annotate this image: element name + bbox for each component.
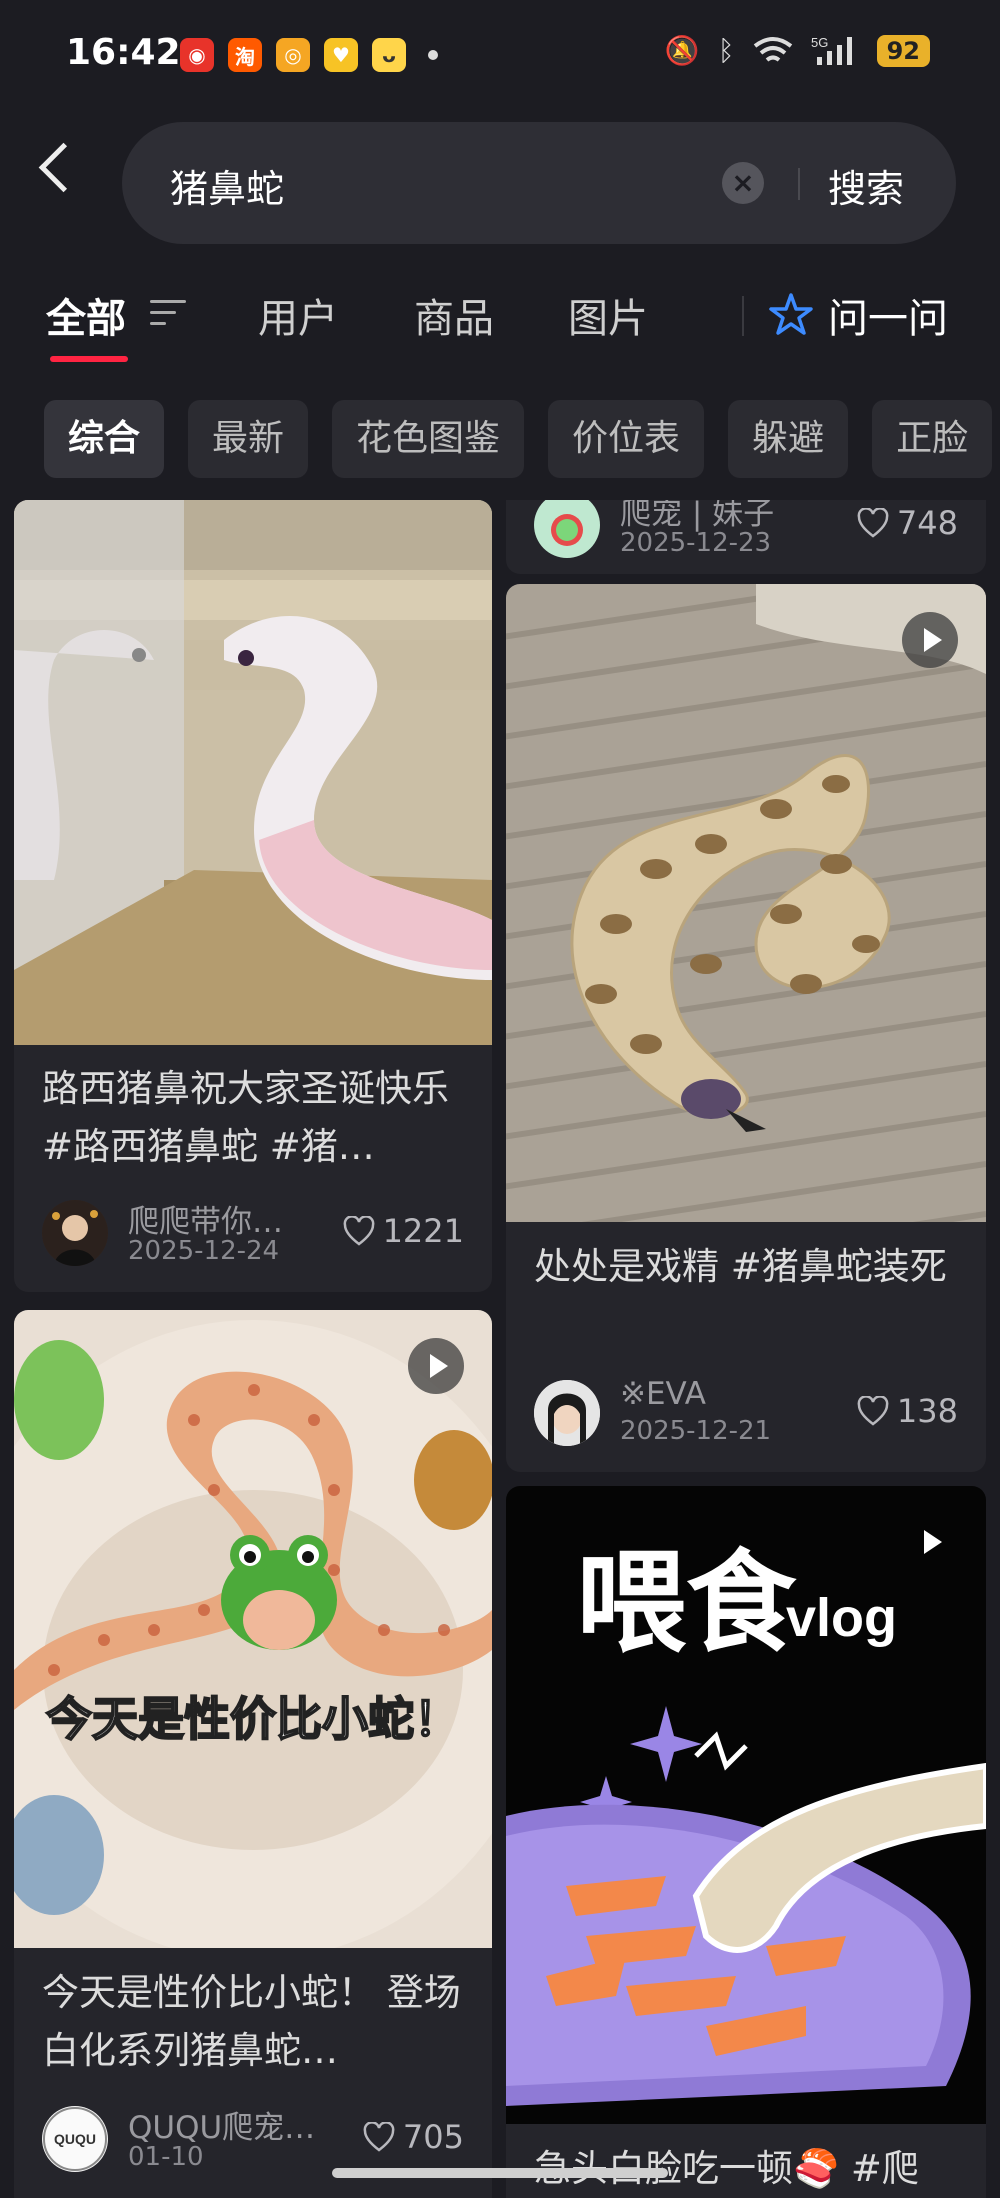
result-card[interactable]: 喂食 vlog 急头白脸吃一顿🍣 #爬 — [506, 1486, 986, 2198]
more-dot-icon — [428, 50, 438, 60]
tab-all[interactable]: 全部 — [46, 286, 126, 344]
bluetooth-icon: ᛒ — [717, 34, 735, 67]
post-date: 2025-12-21 — [620, 1416, 772, 1446]
like-count: 705 — [402, 2118, 464, 2156]
mute-bell-icon: 🔕 — [664, 34, 700, 67]
post-date: 2025-12-23 — [620, 528, 772, 558]
cover-caption: 今天是性价比小蛇！ — [46, 1693, 460, 1745]
post-meta: 爬爬带你… 2025-12-24 1221 — [42, 1200, 464, 1270]
search-input[interactable]: 猪鼻蛇 — [170, 158, 284, 213]
result-card[interactable]: 今天是性价比小蛇！ 今天是性价比小蛇！ 登场白化系列猪鼻蛇… QUQU QUQU… — [14, 1310, 492, 2198]
author-name[interactable]: ※EVA — [620, 1376, 706, 1412]
chip-price-list[interactable]: 价位表 — [548, 400, 705, 478]
weibo-icon: ◎ — [276, 38, 310, 72]
post-date: 2025-12-24 — [128, 1236, 280, 1266]
like-count: 138 — [896, 1392, 958, 1430]
post-cover-image[interactable] — [14, 500, 492, 1045]
home-indicator[interactable] — [332, 2168, 668, 2178]
heart-icon — [857, 508, 889, 538]
avatar[interactable] — [534, 500, 600, 558]
author-name[interactable]: QUQU爬宠… — [128, 2102, 315, 2147]
search-button[interactable]: 搜索 — [828, 158, 904, 213]
search-bar[interactable]: 猪鼻蛇 × 搜索 — [122, 122, 956, 244]
tab-users[interactable]: 用户 — [258, 286, 338, 344]
search-divider — [798, 168, 800, 200]
post-cover-image[interactable] — [506, 584, 986, 1290]
ask-divider — [742, 296, 744, 336]
results-feed: 爬宠 | 妹子 2025-12-23 748 路西猪鼻祝大家圣诞快乐 #路西猪鼻… — [0, 500, 1000, 2198]
clear-search-icon[interactable]: × — [722, 162, 764, 204]
netease-music-icon: ◉ — [180, 38, 214, 72]
avatar-logo-text: QUQU — [54, 2131, 96, 2147]
chip-latest[interactable]: 最新 — [188, 400, 309, 478]
chip-comprehensive[interactable]: 综合 — [44, 400, 165, 478]
back-icon[interactable] — [38, 142, 89, 193]
ask-button[interactable]: 问一问 — [768, 286, 948, 344]
chip-color-guide[interactable]: 花色图鉴 — [332, 400, 525, 478]
post-meta: QUQU QUQU爬宠… 01-10 705 — [42, 2106, 464, 2176]
cell-signal-icon: 5G — [811, 35, 852, 65]
post-cover-image[interactable]: 喂食 vlog — [506, 1486, 986, 2124]
like-button[interactable]: 138 — [857, 1392, 958, 1430]
heart-icon — [857, 1396, 889, 1426]
post-title[interactable]: 今天是性价比小蛇！ 登场白化系列猪鼻蛇… — [42, 1964, 482, 2080]
avatar[interactable] — [42, 1200, 108, 1266]
heart-icon — [343, 1216, 374, 1246]
like-button[interactable]: 748 — [857, 504, 958, 542]
status-bar: 16:42 ◉ 淘 ◎ ♥ ᴗ 🔕 ᛒ 5G 92 — [0, 0, 1000, 110]
avatar[interactable]: QUQU — [42, 2106, 108, 2172]
post-title[interactable]: 处处是戏精 #猪鼻蛇装死 — [534, 1238, 974, 1296]
result-card[interactable]: 路西猪鼻祝大家圣诞快乐 #路西猪鼻蛇 #猪… 爬爬带你… 2025-12-24 … — [14, 500, 492, 1292]
active-tab-indicator — [50, 356, 128, 362]
like-button[interactable]: 1221 — [343, 1212, 464, 1250]
taobao-icon: 淘 — [228, 38, 262, 72]
network-type: 5G — [811, 35, 828, 50]
result-card[interactable]: 处处是戏精 #猪鼻蛇装死 ※EVA 2025-12-21 138 — [506, 584, 986, 1472]
tab-images[interactable]: 图片 — [568, 286, 648, 344]
avatar[interactable] — [534, 1380, 600, 1446]
like-count: 748 — [896, 504, 958, 542]
chip-front-face[interactable]: 正脸 — [872, 400, 993, 478]
filter-chips: 综合 最新 花色图鉴 价位表 躲避 正脸 — [44, 400, 993, 478]
post-meta: ※EVA 2025-12-21 138 — [534, 1376, 958, 1450]
wallet-icon: ♥ — [324, 38, 358, 72]
clock: 16:42 — [66, 32, 181, 73]
post-meta: 爬宠 | 妹子 2025-12-23 748 — [534, 500, 958, 562]
notification-icons: ◉ 淘 ◎ ♥ ᴗ — [180, 38, 438, 72]
filter-icon[interactable] — [150, 300, 186, 333]
author-name[interactable]: 爬爬带你… — [128, 1196, 283, 1241]
cover-caption: 喂食 — [576, 1542, 797, 1665]
tab-products[interactable]: 商品 — [414, 286, 494, 344]
cover-caption-sub: vlog — [786, 1588, 897, 1648]
system-status: 🔕 ᛒ 5G 92 — [665, 34, 930, 67]
post-cover-image[interactable]: 今天是性价比小蛇！ — [14, 1310, 492, 1960]
ask-label: 问一问 — [828, 296, 948, 342]
result-tabs: 全部 用户 商品 图片 问一问 — [0, 286, 1000, 366]
post-date: 01-10 — [128, 2142, 204, 2172]
video-play-icon — [902, 1514, 958, 1570]
chip-hide[interactable]: 躲避 — [728, 400, 849, 478]
battery-indicator: 92 — [876, 34, 930, 67]
rabbit-app-icon: ᴗ — [372, 38, 406, 72]
heart-icon — [363, 2122, 395, 2152]
wifi-icon — [753, 36, 792, 62]
video-play-icon — [408, 1338, 464, 1394]
like-button[interactable]: 705 — [363, 2118, 464, 2156]
like-count: 1221 — [382, 1212, 464, 1250]
result-card-partial[interactable]: 爬宠 | 妹子 2025-12-23 748 — [506, 500, 986, 574]
video-play-icon — [902, 612, 958, 668]
post-title[interactable]: 路西猪鼻祝大家圣诞快乐 #路西猪鼻蛇 #猪… — [42, 1060, 482, 1176]
ask-star-icon — [769, 293, 813, 335]
